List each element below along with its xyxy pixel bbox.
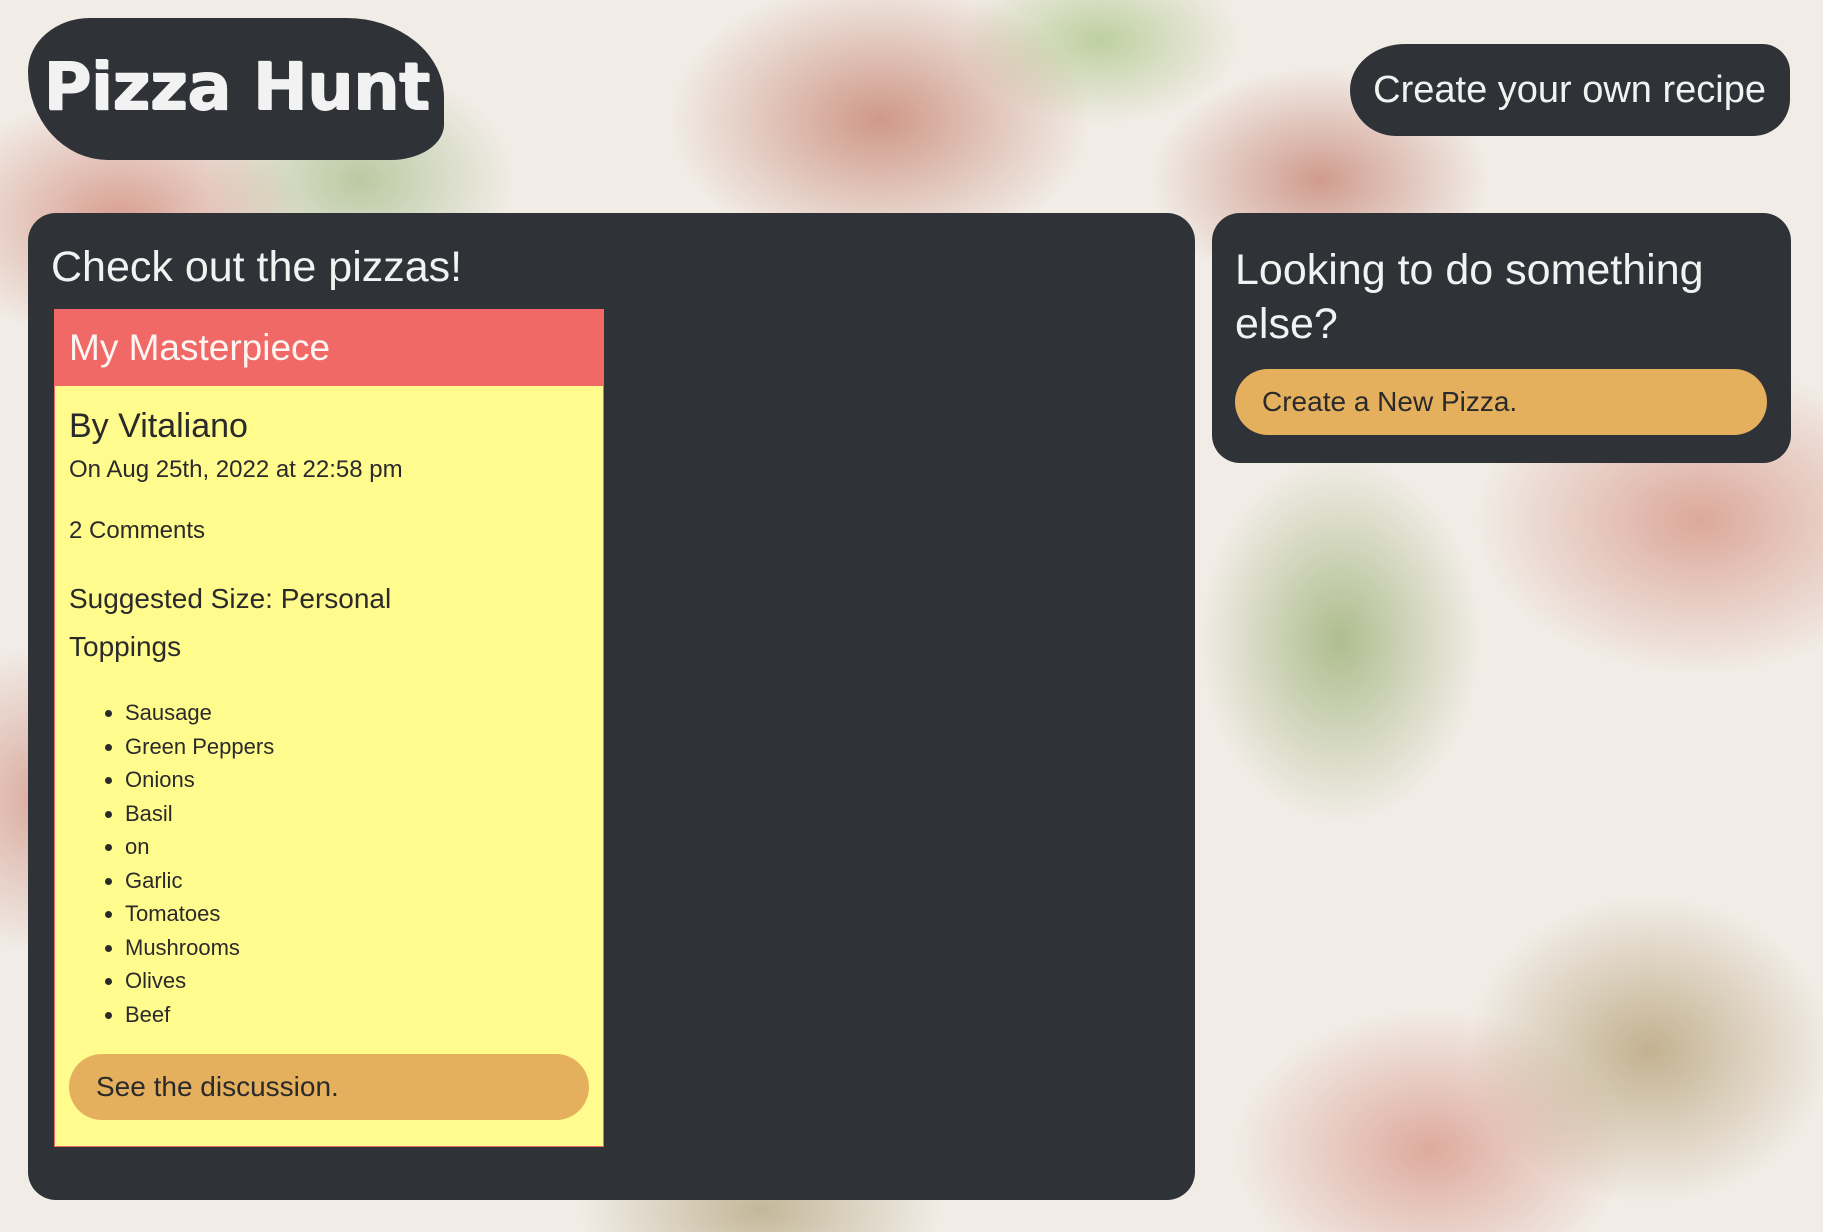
comment-count: 2 Comments bbox=[69, 517, 206, 544]
pizza-author: By Vitaliano bbox=[69, 407, 248, 445]
suggested-size: Suggested Size: Personal bbox=[69, 583, 392, 614]
topping-item: Olives bbox=[125, 964, 589, 998]
site-logo[interactable]: Pizza Hunt bbox=[28, 18, 444, 160]
side-panel-title: Looking to do something else? bbox=[1235, 246, 1704, 348]
pizza-date: On Aug 25th, 2022 at 22:58 pm bbox=[69, 456, 403, 483]
topping-item: Tomatoes bbox=[125, 897, 589, 931]
side-panel: Looking to do something else? Create a N… bbox=[1212, 213, 1791, 463]
topping-item: Sausage bbox=[125, 696, 589, 730]
topping-item: Onions bbox=[125, 763, 589, 797]
pizza-card-body: By Vitaliano On Aug 25th, 2022 at 22:58 … bbox=[55, 407, 603, 1120]
toppings-list: Sausage Green Peppers Onions Basil on Ga… bbox=[69, 696, 589, 1031]
logo-text: Pizza Hunt bbox=[42, 47, 430, 125]
topping-item: Garlic bbox=[125, 864, 589, 898]
pizza-list-panel: Check out the pizzas! My Masterpiece By … bbox=[28, 213, 1195, 1200]
topping-item: Beef bbox=[125, 998, 589, 1032]
pizza-card: My Masterpiece By Vitaliano On Aug 25th,… bbox=[54, 309, 604, 1147]
create-new-pizza-button[interactable]: Create a New Pizza. bbox=[1235, 369, 1767, 435]
topping-item: Mushrooms bbox=[125, 931, 589, 965]
topping-item: Basil bbox=[125, 797, 589, 831]
pizza-name: My Masterpiece bbox=[55, 310, 603, 386]
create-recipe-button[interactable]: Create your own recipe bbox=[1350, 44, 1790, 136]
topping-item: Green Peppers bbox=[125, 730, 589, 764]
topping-item: on bbox=[125, 830, 589, 864]
toppings-heading: Toppings bbox=[69, 631, 182, 662]
see-discussion-button[interactable]: See the discussion. bbox=[69, 1054, 589, 1120]
page-title: Check out the pizzas! bbox=[51, 243, 463, 291]
